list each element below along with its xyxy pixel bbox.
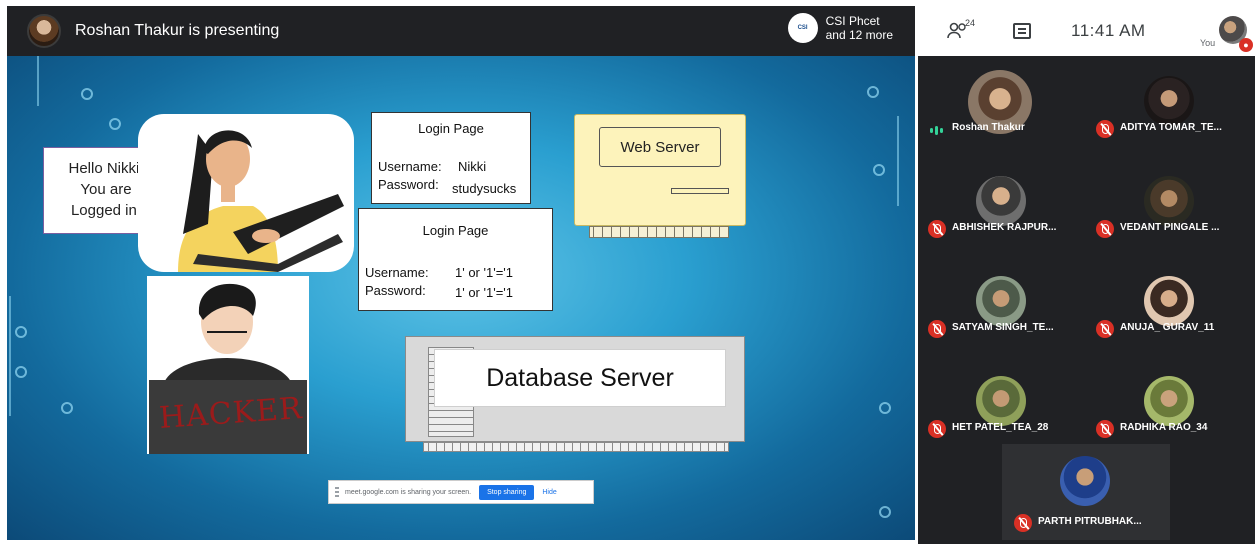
screen-share-notice: meet.google.com is sharing your screen. … [328, 480, 594, 504]
muted-mic-icon [928, 220, 946, 238]
circuit-node [879, 402, 891, 414]
hide-share-notice-button[interactable]: Hide [542, 489, 556, 496]
participant-name: RADHIKA RAO_34 [1120, 422, 1208, 433]
muted-mic-icon [1096, 120, 1114, 138]
stop-sharing-button[interactable]: Stop sharing [479, 484, 535, 500]
muted-mic-icon [1096, 420, 1114, 438]
participant-name: SATYAM SINGH_TE... [952, 322, 1054, 333]
participant-name: HET PATEL_TEA_28 [952, 422, 1049, 433]
participant-avatar [1144, 276, 1194, 326]
self-muted-icon: ● [1239, 38, 1253, 52]
user-illustration [138, 114, 354, 272]
participant-tile[interactable]: ABHISHEK RAJPUR... [918, 156, 1086, 256]
web-server-slot [671, 188, 729, 194]
participant-tile[interactable]: Roshan Thakur [918, 56, 1086, 156]
participant-avatar [1060, 456, 1110, 506]
participant-tile[interactable]: HET PATEL_TEA_28 [918, 356, 1086, 456]
muted-mic-icon [1096, 220, 1114, 238]
login-title: Login Page [418, 121, 484, 136]
participants-grid: Roshan Thakur ADITYA TOMAR_TE... ABHISHE… [918, 56, 1255, 544]
participant-avatar [1144, 176, 1194, 226]
shared-screen: Hello Nikki, You are Logged in. HACKER L… [7, 56, 915, 540]
circuit-node [109, 118, 121, 130]
database-server-label: Database Server [434, 349, 726, 407]
presenter-avatar [27, 14, 61, 48]
presentation-header: Roshan Thakur is presenting CSI CSI Phce… [7, 6, 915, 56]
circuit-line [897, 116, 899, 206]
circuit-node [879, 506, 891, 518]
login-title: Login Page [422, 223, 489, 238]
username-label: Username: [365, 265, 429, 280]
hacker-illustration: HACKER [147, 276, 309, 454]
web-server-box: Web Server [574, 114, 746, 226]
circuit-node [81, 88, 93, 100]
web-server-connector [589, 226, 729, 238]
share-message: meet.google.com is sharing your screen. [345, 488, 472, 496]
people-button[interactable]: 24 [947, 18, 975, 40]
password-label: Password: [378, 177, 439, 192]
password-row: Password: [378, 177, 439, 192]
participant-tile[interactable]: ANUJA_ GURAV_11 [1086, 256, 1254, 356]
username-row: Username: [378, 159, 442, 174]
others-line2: and 12 more [825, 28, 893, 42]
participant-name: ABHISHEK RAJPUR... [952, 222, 1057, 233]
self-view[interactable]: You ● [1175, 12, 1253, 52]
meet-window: Roshan Thakur is presenting CSI CSI Phce… [0, 0, 1255, 544]
circuit-node [873, 164, 885, 176]
participant-name: ADITYA TOMAR_TE... [1120, 122, 1222, 133]
web-server-label: Web Server [599, 127, 721, 167]
password-value: studysucks [452, 181, 517, 196]
participant-name: Roshan Thakur [952, 122, 1025, 133]
username-label: Username: [378, 159, 442, 174]
participant-avatar [1144, 76, 1194, 126]
csi-logo: CSI [787, 13, 818, 43]
database-server-connector [423, 442, 729, 452]
participant-name: PARTH PITRUBHAK... [1038, 516, 1142, 527]
participant-name: ANUJA_ GURAV_11 [1120, 322, 1215, 333]
chat-icon[interactable] [1013, 23, 1031, 39]
other-participants-text: CSI Phcet and 12 more [826, 14, 893, 42]
participant-tile[interactable]: PARTH PITRUBHAK... [1002, 444, 1170, 540]
circuit-line [37, 56, 39, 106]
circuit-node [61, 402, 73, 414]
injection-login-page: Login Page Username: 1' or '1'='1 Passwo… [358, 208, 553, 311]
participant-avatar [976, 176, 1026, 226]
presenting-label: Roshan Thakur is presenting [75, 22, 280, 39]
meeting-controls-header: 24 11:41 AM You ● [927, 6, 1255, 56]
participant-avatar [1144, 376, 1194, 426]
participant-tile[interactable]: RADHIKA RAO_34 [1086, 356, 1254, 456]
participant-tile[interactable]: SATYAM SINGH_TE... [918, 256, 1086, 356]
you-label: You [1200, 38, 1216, 48]
circuit-line [9, 296, 11, 416]
circuit-node [15, 326, 27, 338]
username-row: Username: [365, 265, 429, 280]
woman-with-laptop-illustration [178, 130, 344, 272]
participant-avatar [976, 276, 1026, 326]
participant-tile[interactable]: VEDANT PINGALE ... [1086, 156, 1254, 256]
username-value: Nikki [458, 159, 487, 174]
database-server-box: Database Server [405, 336, 745, 442]
participant-count: 24 [965, 18, 976, 28]
other-participants-chip[interactable]: CSI CSI Phcet and 12 more [787, 13, 893, 43]
meeting-time: 11:41 AM [1071, 21, 1146, 40]
password-label: Password: [365, 283, 426, 298]
password-row: Password: [365, 283, 426, 298]
legit-login-page: Login Page Username: Nikki Password: stu… [371, 112, 531, 204]
muted-mic-icon [928, 320, 946, 338]
circuit-node [867, 86, 879, 98]
username-value: 1' or '1'='1 [455, 265, 513, 280]
participant-avatar [976, 376, 1026, 426]
participant-name: VEDANT PINGALE ... [1120, 222, 1220, 233]
others-line1: CSI Phcet [825, 14, 880, 28]
muted-mic-icon [928, 420, 946, 438]
circuit-node [15, 366, 27, 378]
muted-mic-icon [1096, 320, 1114, 338]
drag-handle-icon[interactable] [335, 487, 339, 497]
password-value: 1' or '1'='1 [455, 285, 513, 300]
speaking-indicator-icon [930, 126, 943, 135]
participant-tile[interactable]: ADITYA TOMAR_TE... [1086, 56, 1254, 156]
muted-mic-icon [1014, 514, 1032, 532]
